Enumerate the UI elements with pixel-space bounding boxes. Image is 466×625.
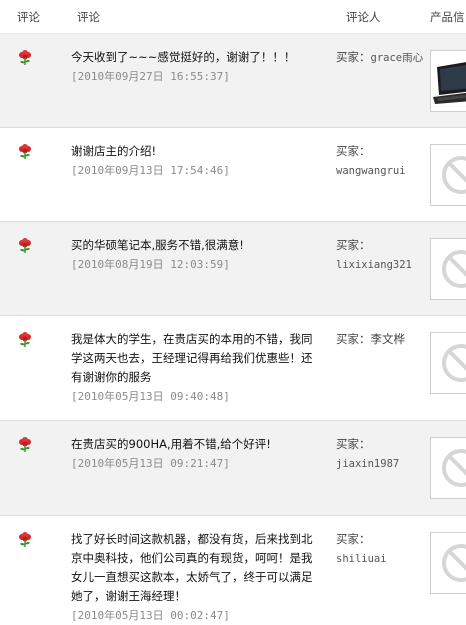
- buyer-label: 买家：李文桦: [336, 332, 405, 346]
- header-comment: 评论: [77, 10, 100, 24]
- header-product: 产品信: [430, 10, 465, 24]
- review-comment: 在贵店买的900HA,用着不错,给个好评! [2010年05月13日 09:21…: [71, 435, 321, 473]
- buyer-label: 买家：: [336, 50, 371, 64]
- no-image-placeholder-icon: [442, 544, 466, 582]
- buyer-label: 买家：: [336, 238, 371, 252]
- review-comment: 找了好长时间这款机器，都没有货，后来找到北京中奥科技，他们公司真的有现货，呵呵！…: [71, 530, 321, 625]
- buyer-name: jiaxin1987: [336, 458, 400, 470]
- review-date: [2010年05月13日 00:02:47]: [71, 609, 230, 622]
- review-date: [2010年05月13日 09:40:48]: [71, 390, 230, 403]
- table-header: 评论 评论 评论人 产品信: [0, 0, 466, 34]
- review-buyer: 买家： lixixiang321: [336, 236, 424, 275]
- flower-icon: [19, 332, 31, 347]
- no-image-placeholder-icon: [442, 449, 466, 487]
- product-thumbnail[interactable]: [430, 238, 466, 300]
- review-text: 找了好长时间这款机器，都没有货，后来找到北京中奥科技，他们公司真的有现货，呵呵！…: [71, 532, 313, 603]
- review-date: [2010年08月19日 12:03:59]: [71, 258, 230, 271]
- buyer-name: grace雨心: [370, 52, 424, 64]
- review-text: 在贵店买的900HA,用着不错,给个好评!: [71, 437, 271, 451]
- flower-icon: [19, 50, 31, 65]
- product-thumbnail[interactable]: [430, 532, 466, 594]
- laptop-image: [431, 51, 466, 111]
- table-row: 谢谢店主的介绍! [2010年09月13日 17:54:46] 买家： wang…: [0, 128, 466, 222]
- no-image-placeholder-icon: [442, 344, 466, 382]
- buyer-label: 买家：: [336, 437, 371, 451]
- product-thumbnail[interactable]: [430, 50, 466, 112]
- buyer-label: 买家：: [336, 532, 371, 546]
- review-buyer: 买家： wangwangrui: [336, 142, 424, 181]
- review-text: 今天收到了~~~感觉挺好的，谢谢了！！！: [71, 50, 296, 64]
- review-date: [2010年09月13日 17:54:46]: [71, 164, 230, 177]
- buyer-name: shiliuai: [336, 553, 387, 565]
- table-row: 在贵店买的900HA,用着不错,给个好评! [2010年05月13日 09:21…: [0, 421, 466, 516]
- product-thumbnail[interactable]: [430, 332, 466, 394]
- review-comment: 我是体大的学生，在贵店买的本用的不错，我同学这两天也去，王经理记得再给我们优惠些…: [71, 330, 321, 406]
- table-row: 今天收到了~~~感觉挺好的，谢谢了！！！ [2010年09月27日 16:55:…: [0, 34, 466, 128]
- flower-icon: [19, 238, 31, 253]
- review-text: 我是体大的学生，在贵店买的本用的不错，我同学这两天也去，王经理记得再给我们优惠些…: [71, 332, 313, 384]
- review-comment: 今天收到了~~~感觉挺好的，谢谢了！！！ [2010年09月27日 16:55:…: [71, 48, 321, 86]
- flower-icon: [19, 437, 31, 452]
- review-comment: 买的华硕笔记本,服务不错,很满意! [2010年08月19日 12:03:59]: [71, 236, 321, 274]
- no-image-placeholder-icon: [442, 156, 466, 194]
- review-buyer: 买家： jiaxin1987: [336, 435, 424, 474]
- review-buyer: 买家：grace雨心: [336, 48, 424, 68]
- header-buyer: 评论人: [346, 10, 381, 24]
- review-date: [2010年05月13日 09:21:47]: [71, 457, 230, 470]
- flower-icon: [19, 144, 31, 159]
- product-thumbnail[interactable]: [430, 144, 466, 206]
- review-list: 评论 评论 评论人 产品信 今天收到了~~~感觉挺好的，谢谢了！！！ [2010…: [0, 0, 466, 625]
- review-buyer: 买家：李文桦: [336, 330, 424, 350]
- buyer-name: wangwangrui: [336, 165, 406, 177]
- product-thumbnail[interactable]: [430, 437, 466, 499]
- review-date: [2010年09月27日 16:55:37]: [71, 70, 230, 83]
- header-rating: 评论: [17, 10, 40, 24]
- table-row: 我是体大的学生，在贵店买的本用的不错，我同学这两天也去，王经理记得再给我们优惠些…: [0, 316, 466, 421]
- flower-icon: [19, 532, 31, 547]
- review-text: 谢谢店主的介绍!: [71, 144, 157, 158]
- review-buyer: 买家： shiliuai: [336, 530, 424, 569]
- no-image-placeholder-icon: [442, 250, 466, 288]
- buyer-label: 买家：: [336, 144, 371, 158]
- table-row: 找了好长时间这款机器，都没有货，后来找到北京中奥科技，他们公司真的有现货，呵呵！…: [0, 516, 466, 625]
- buyer-name: lixixiang321: [336, 259, 412, 271]
- table-row: 买的华硕笔记本,服务不错,很满意! [2010年08月19日 12:03:59]…: [0, 222, 466, 316]
- review-text: 买的华硕笔记本,服务不错,很满意!: [71, 238, 244, 252]
- review-comment: 谢谢店主的介绍! [2010年09月13日 17:54:46]: [71, 142, 321, 180]
